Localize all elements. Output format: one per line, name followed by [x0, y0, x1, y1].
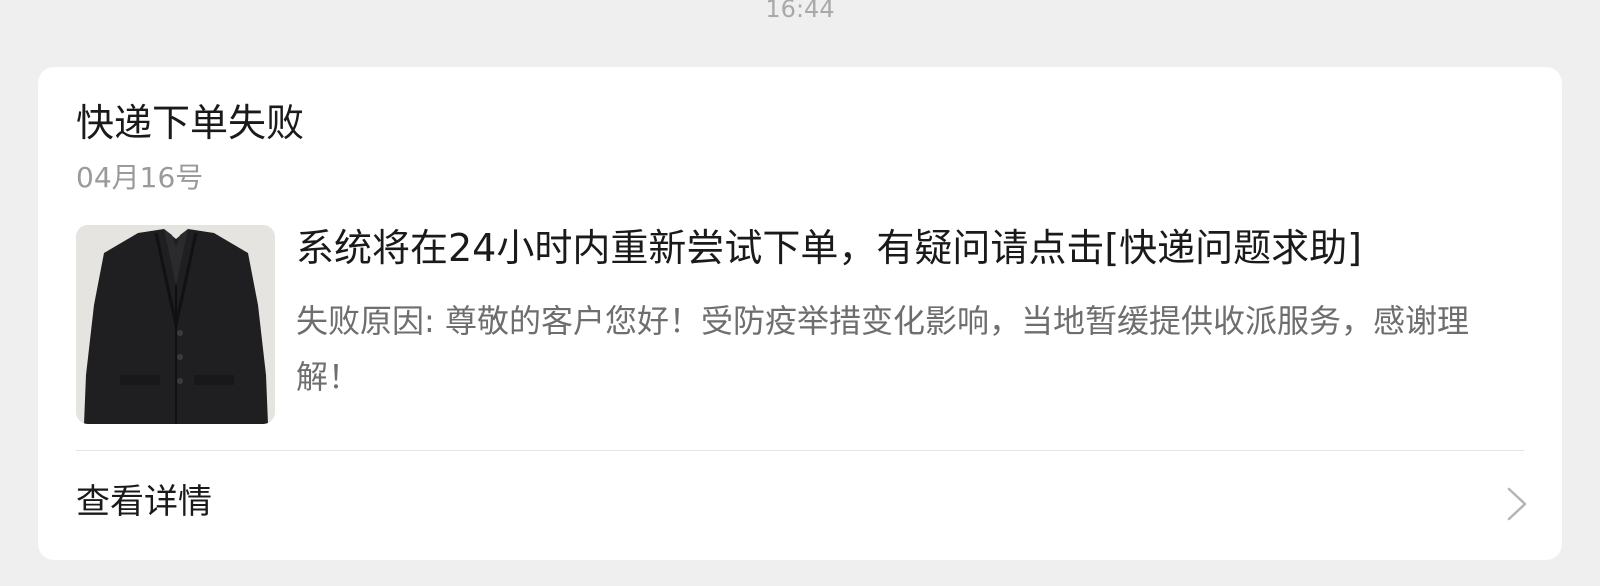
chevron-right-icon: [1507, 487, 1527, 521]
retry-message: 系统将在24小时内重新尝试下单，有疑问请点击[快递问题求助]: [296, 226, 1363, 270]
message-timestamp: 16:44: [765, 0, 835, 23]
card-title: 快递下单失败: [76, 101, 305, 145]
card-date: 04月16号: [76, 161, 204, 194]
failure-reason: 失败原因: 尊敬的客户您好！受防疫举措变化影响，当地暂缓提供收派服务，感谢理解！: [296, 302, 1469, 396]
view-details-label: 查看详情: [76, 482, 212, 522]
product-thumbnail[interactable]: [76, 225, 275, 424]
view-details-row[interactable]: 查看详情: [38, 451, 1562, 560]
jacket-image: [76, 225, 275, 424]
notification-card[interactable]: 快递下单失败 04月16号 系统将在24小时内重新尝试下单，有疑问请点击[快递问…: [38, 67, 1562, 560]
